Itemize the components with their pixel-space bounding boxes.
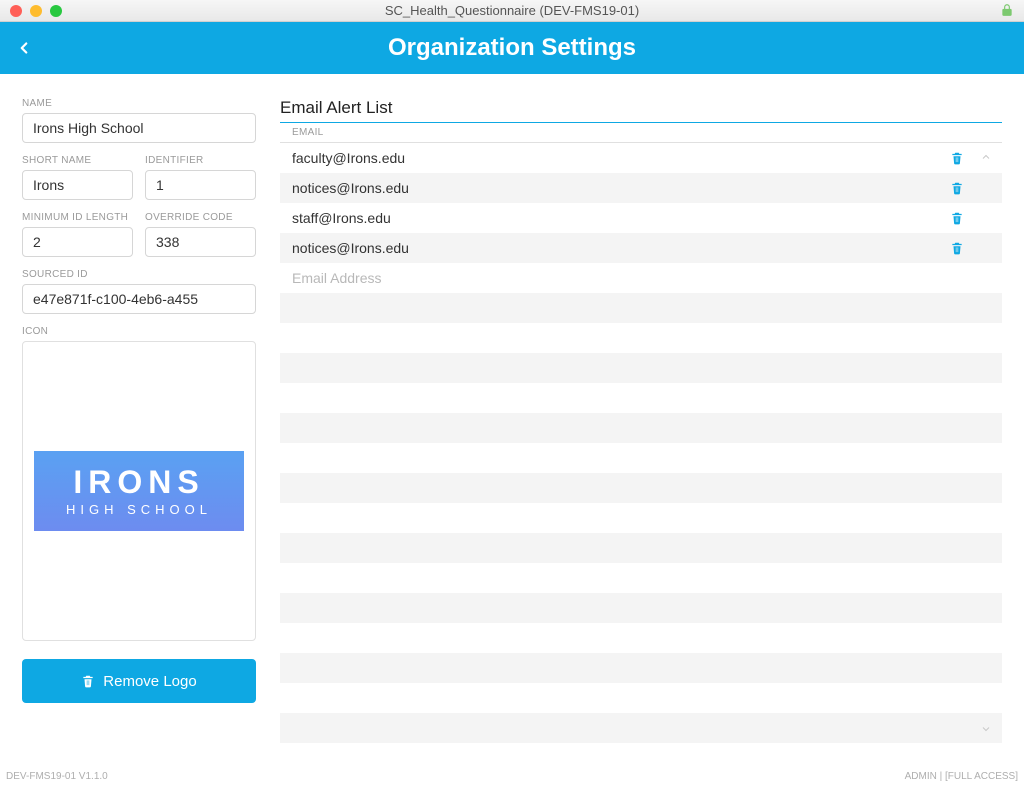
close-window-button[interactable] xyxy=(10,5,22,17)
form-panel: NAME SHORT NAME IDENTIFIER MINIMUM ID LE… xyxy=(22,98,256,764)
logo-text-line1: IRONS xyxy=(73,466,204,498)
min-id-length-label: MINIMUM ID LENGTH xyxy=(22,212,133,223)
trash-icon xyxy=(81,674,95,688)
email-value: faculty@Irons.edu xyxy=(292,150,405,166)
email-input[interactable] xyxy=(292,263,962,293)
email-row[interactable] xyxy=(280,563,1002,593)
sourced-id-label: SOURCED ID xyxy=(22,269,256,280)
scroll-up-icon[interactable] xyxy=(980,151,992,163)
override-code-label: OVERRIDE CODE xyxy=(145,212,256,223)
traffic-lights xyxy=(10,5,62,17)
email-row[interactable] xyxy=(280,323,1002,353)
back-button[interactable] xyxy=(0,22,48,74)
email-column-header: EMAIL xyxy=(280,122,1002,143)
email-row[interactable] xyxy=(280,593,1002,623)
email-value: staff@Irons.edu xyxy=(292,210,391,226)
minimize-window-button[interactable] xyxy=(30,5,42,17)
delete-email-button[interactable] xyxy=(950,181,964,195)
override-code-input[interactable] xyxy=(145,227,256,257)
logo-image: IRONS HIGH SCHOOL xyxy=(34,451,244,531)
email-row[interactable] xyxy=(280,353,1002,383)
short-name-label: SHORT NAME xyxy=(22,155,133,166)
status-bar: DEV-FMS19-01 V1.1.0 ADMIN | [FULL ACCESS… xyxy=(0,766,1024,786)
email-value: notices@Irons.edu xyxy=(292,240,409,256)
delete-email-button[interactable] xyxy=(950,211,964,225)
email-row[interactable] xyxy=(280,443,1002,473)
email-row[interactable]: notices@Irons.edu xyxy=(280,233,1002,263)
identifier-input[interactable] xyxy=(145,170,256,200)
email-row[interactable] xyxy=(280,503,1002,533)
footer-right: ADMIN | [FULL ACCESS] xyxy=(905,771,1018,782)
logo-text-line2: HIGH SCHOOL xyxy=(66,502,212,517)
footer-left: DEV-FMS19-01 V1.1.0 xyxy=(6,771,108,782)
page-title: Organization Settings xyxy=(0,34,1024,62)
email-row[interactable] xyxy=(280,533,1002,563)
email-row[interactable] xyxy=(280,713,1002,743)
identifier-label: IDENTIFIER xyxy=(145,155,256,166)
email-row[interactable] xyxy=(280,683,1002,713)
logo-preview-box[interactable]: IRONS HIGH SCHOOL xyxy=(22,341,256,641)
email-value: notices@Irons.edu xyxy=(292,180,409,196)
email-row[interactable] xyxy=(280,383,1002,413)
email-row[interactable]: faculty@Irons.edu xyxy=(280,143,1002,173)
scroll-down-icon[interactable] xyxy=(980,723,992,735)
email-panel: Email Alert List EMAIL faculty@Irons.edu… xyxy=(280,98,1002,764)
email-row[interactable] xyxy=(280,653,1002,683)
email-row[interactable]: staff@Irons.edu xyxy=(280,203,1002,233)
email-row[interactable] xyxy=(280,623,1002,653)
email-section-title: Email Alert List xyxy=(280,98,1002,118)
window-titlebar: SC_Health_Questionnaire (DEV-FMS19-01) xyxy=(0,0,1024,22)
lock-icon xyxy=(1000,3,1014,17)
chevron-left-icon xyxy=(15,34,33,62)
email-row[interactable]: notices@Irons.edu xyxy=(280,173,1002,203)
email-row[interactable] xyxy=(280,473,1002,503)
email-row[interactable] xyxy=(280,263,1002,293)
window-title: SC_Health_Questionnaire (DEV-FMS19-01) xyxy=(0,3,1024,18)
zoom-window-button[interactable] xyxy=(50,5,62,17)
delete-email-button[interactable] xyxy=(950,241,964,255)
remove-logo-button[interactable]: Remove Logo xyxy=(22,659,256,703)
delete-email-button[interactable] xyxy=(950,151,964,165)
page-header: Organization Settings xyxy=(0,22,1024,74)
min-id-length-input[interactable] xyxy=(22,227,133,257)
remove-logo-label: Remove Logo xyxy=(103,673,196,690)
email-list: faculty@Irons.edu notices@Irons.edu staff@… xyxy=(280,143,1002,743)
email-row[interactable] xyxy=(280,293,1002,323)
sourced-id-input[interactable] xyxy=(22,284,256,314)
name-input[interactable] xyxy=(22,113,256,143)
icon-label: ICON xyxy=(22,326,256,337)
email-row[interactable] xyxy=(280,413,1002,443)
short-name-input[interactable] xyxy=(22,170,133,200)
name-label: NAME xyxy=(22,98,256,109)
